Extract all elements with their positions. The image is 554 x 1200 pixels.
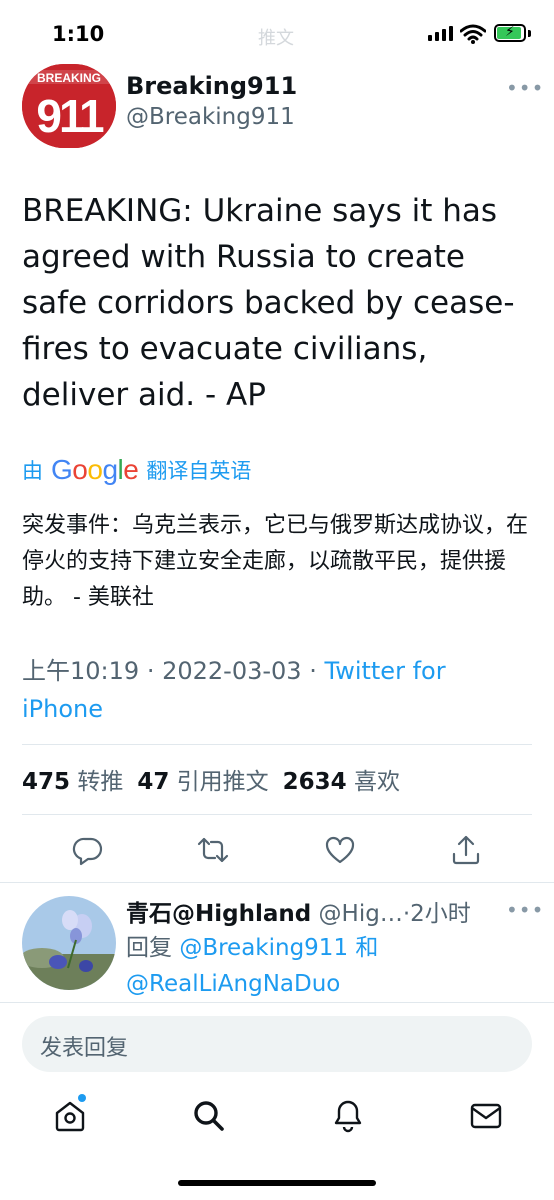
author-handle[interactable]: @Breaking911 — [126, 104, 295, 130]
home-indicator — [178, 1180, 376, 1186]
translate-suffix: 翻译自英语 — [146, 459, 252, 483]
translated-text: 突发事件：乌克兰表示，它已与俄罗斯达成协议，在停火的支持下建立安全走廊，以疏散平… — [22, 513, 529, 610]
divider — [0, 882, 554, 883]
reply-author-name[interactable]: 青石@Highland — [126, 901, 311, 927]
home-icon[interactable] — [52, 1098, 88, 1134]
breaking911-logo: BREAKING 911 — [22, 64, 116, 148]
engagement-stats: 475 转推 47 引用推文 2634 喜欢 — [22, 762, 414, 796]
divider — [0, 1002, 554, 1003]
tweet-date: 2022-03-03 — [162, 657, 302, 685]
wifi-icon — [460, 24, 486, 44]
reply-avatar[interactable] — [22, 896, 116, 990]
reply-conjunction: 和 — [355, 935, 379, 961]
divider — [22, 814, 532, 815]
reply-author-handle[interactable]: @Hig… — [319, 901, 403, 927]
retweet-icon[interactable] — [197, 834, 229, 866]
reply-mention-link[interactable]: @RealLiAngNaDuo — [126, 971, 340, 997]
avatar-number-text: 911 — [36, 90, 104, 142]
google-logo: Google — [51, 454, 139, 485]
notifications-icon[interactable] — [330, 1098, 366, 1134]
reply-context: 回复 @Breaking911 和 @RealLiAngNaDuo — [126, 930, 378, 1002]
more-horizontal-icon[interactable]: ••• — [506, 898, 544, 922]
reply-compose-input[interactable]: 发表回复 — [22, 1016, 532, 1072]
retweets-stat[interactable]: 475 转推 — [22, 762, 123, 796]
author-name[interactable]: Breaking911 — [126, 72, 297, 100]
home-notification-dot — [78, 1094, 86, 1102]
divider — [22, 744, 532, 745]
reply-prefix: 回复 — [126, 935, 172, 961]
reply-icon[interactable] — [72, 834, 104, 866]
translate-prefix: 由 — [22, 459, 43, 483]
like-icon[interactable] — [324, 834, 356, 866]
reply-header: 青石@Highland @Hig…·2小时 — [126, 894, 471, 928]
search-icon[interactable] — [191, 1098, 227, 1134]
messages-icon[interactable] — [468, 1098, 504, 1134]
battery-icon: ⚡ — [494, 24, 526, 42]
meta-separator: · — [309, 657, 317, 685]
tweet-time: 上午10:19 — [22, 657, 140, 685]
battery-cap — [528, 30, 531, 37]
tweet-text: BREAKING: Ukraine says it has agreed wit… — [22, 193, 515, 413]
reply-mention-link[interactable]: @Breaking911 — [179, 935, 348, 961]
status-bar: 1:10 推文 ⚡ — [0, 0, 554, 68]
cellular-signal-icon — [428, 26, 453, 41]
more-horizontal-icon[interactable]: ••• — [506, 76, 544, 100]
avatar-banner-text: BREAKING — [37, 71, 101, 85]
likes-stat[interactable]: 2634 喜欢 — [283, 762, 400, 796]
reply-time: ·2小时 — [402, 901, 471, 927]
share-icon[interactable] — [450, 834, 482, 866]
tweet-meta: 上午10:19 · 2022-03-03 · Twitter for iPhon… — [22, 652, 532, 728]
quotes-stat[interactable]: 47 引用推文 — [137, 762, 268, 796]
status-time: 1:10 — [52, 22, 105, 46]
author-avatar[interactable]: BREAKING 911 — [22, 64, 116, 148]
compose-placeholder: 发表回复 — [40, 1036, 129, 1061]
meta-separator: · — [146, 657, 155, 685]
faded-page-title: 推文 — [258, 28, 294, 49]
translate-attribution[interactable]: 由 Google 翻译自英语 — [22, 454, 251, 486]
flower-photo — [22, 896, 116, 990]
